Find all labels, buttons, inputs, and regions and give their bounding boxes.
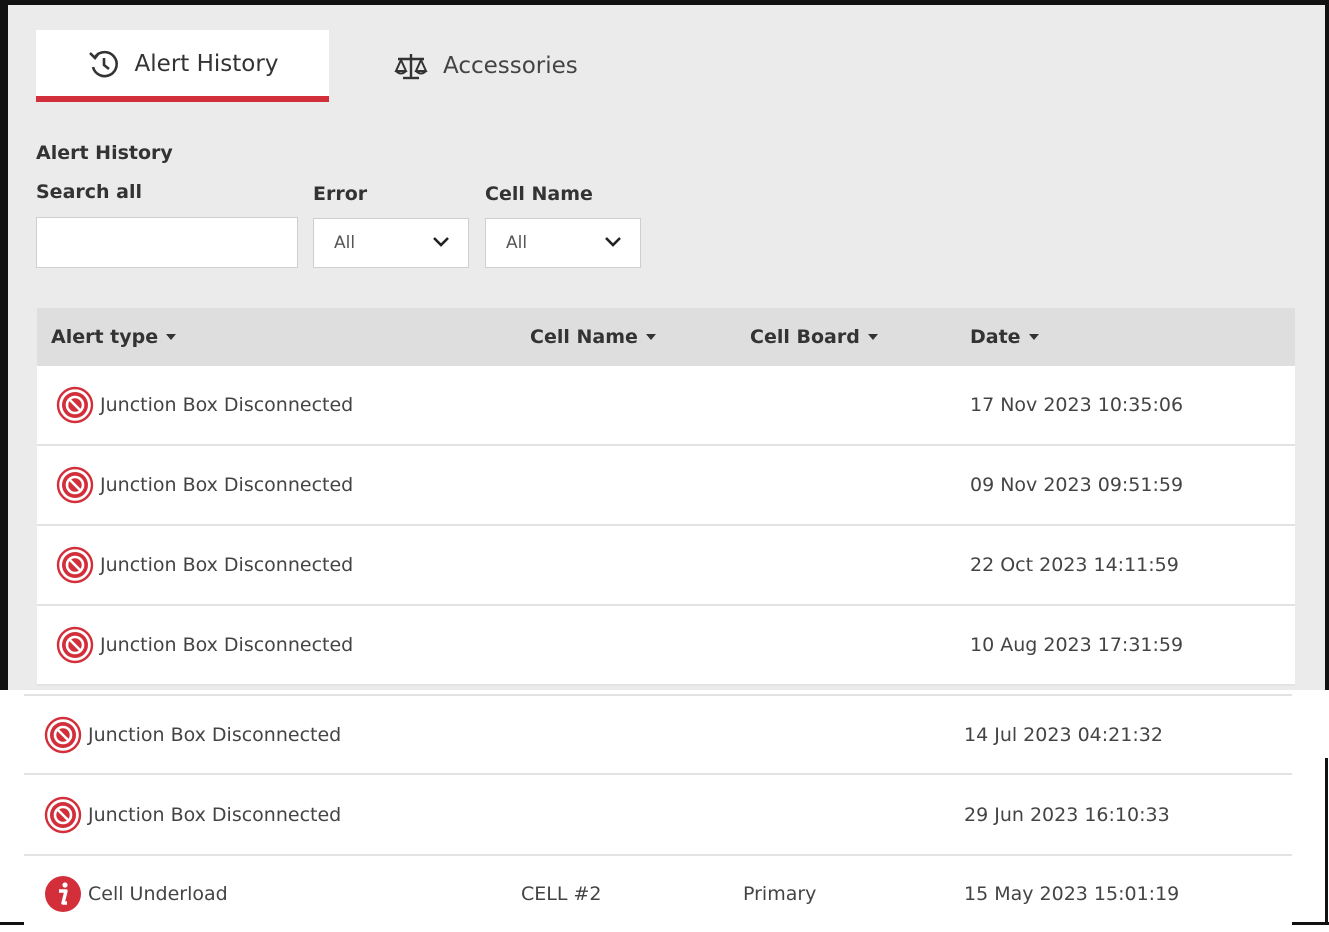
disconnected-icon: [44, 716, 82, 753]
error-filter-value: All: [334, 233, 356, 253]
date-cell: 14 Jul 2023 04:21:32: [964, 723, 1163, 746]
sort-caret-icon: [166, 334, 177, 340]
cell-board-cell: Primary: [743, 883, 817, 905]
alert-type-label: Cell Underload: [88, 883, 228, 905]
alert-type-label: Junction Box Disconnected: [88, 803, 342, 826]
table-row[interactable]: Junction Box Disconnected 22 Oct 2023 14…: [37, 526, 1295, 606]
alert-type-label: Junction Box Disconnected: [100, 634, 354, 656]
tab-label: Alert History: [134, 51, 279, 77]
alert-type-cell: Junction Box Disconnected: [56, 446, 353, 524]
date-cell: 29 Jun 2023 16:10:33: [964, 803, 1170, 826]
column-header-label: Date: [970, 326, 1021, 348]
table-row[interactable]: Junction Box Disconnected 29 Jun 2023 16…: [24, 775, 1292, 856]
column-header-date[interactable]: Date: [970, 308, 1039, 366]
column-header-label: Cell Board: [750, 326, 860, 348]
table-row[interactable]: Cell Underload CELL #2 Primary 15 May 20…: [24, 856, 1292, 932]
column-header-label: Cell Name: [530, 326, 638, 348]
table-row[interactable]: Junction Box Disconnected 17 Nov 2023 10…: [37, 366, 1295, 446]
chevron-down-icon: [604, 233, 622, 253]
cell-name-filter-select[interactable]: All: [485, 218, 641, 268]
cell-name-filter-value: All: [506, 233, 528, 253]
alert-type-label: Junction Box Disconnected: [88, 723, 342, 746]
panel-border-right: [1325, 758, 1328, 925]
chevron-down-icon: [432, 233, 450, 253]
sort-caret-icon: [867, 334, 878, 340]
disconnected-icon: [56, 466, 94, 504]
date-cell: 10 Aug 2023 17:31:59: [970, 634, 1184, 656]
column-header-cell-board[interactable]: Cell Board: [750, 308, 878, 366]
sort-caret-icon: [645, 334, 656, 340]
disconnected-icon: [56, 546, 94, 584]
date-cell: 17 Nov 2023 10:35:06: [970, 394, 1184, 416]
disconnected-icon: [56, 386, 94, 424]
info-icon: [45, 876, 81, 912]
search-label: Search all: [36, 181, 143, 203]
search-input[interactable]: [36, 217, 298, 268]
panel-edge: [0, 690, 24, 925]
alert-type-cell: Junction Box Disconnected: [44, 696, 341, 773]
table-row[interactable]: Junction Box Disconnected 09 Nov 2023 09…: [37, 446, 1295, 526]
error-filter-label: Error: [313, 183, 368, 205]
table-row[interactable]: Junction Box Disconnected 10 Aug 2023 17…: [37, 606, 1295, 686]
cell-name-cell: CELL #2: [521, 883, 602, 905]
history-icon: [87, 47, 121, 81]
cell-name-filter-label: Cell Name: [485, 183, 593, 205]
sort-caret-icon: [1028, 334, 1039, 340]
active-tab-indicator: [36, 96, 329, 102]
tab-accessories[interactable]: Accessories: [393, 44, 578, 88]
date-cell: 22 Oct 2023 14:11:59: [970, 554, 1179, 576]
scale-icon: [393, 51, 429, 81]
alert-type-label: Junction Box Disconnected: [100, 394, 354, 416]
alert-type-label: Junction Box Disconnected: [100, 554, 354, 576]
date-cell: 09 Nov 2023 09:51:59: [970, 474, 1184, 496]
table-row[interactable]: Junction Box Disconnected 14 Jul 2023 04…: [24, 694, 1292, 775]
alert-type-cell: Junction Box Disconnected: [56, 526, 353, 604]
error-filter-select[interactable]: All: [313, 218, 469, 268]
column-header-alert-type[interactable]: Alert type: [51, 308, 177, 366]
tab-label: Accessories: [443, 53, 578, 79]
column-header-label: Alert type: [51, 326, 159, 348]
section-title: Alert History: [36, 142, 173, 164]
alert-type-cell: Junction Box Disconnected: [44, 775, 341, 854]
alert-type-cell: Junction Box Disconnected: [56, 366, 353, 444]
disconnected-icon: [44, 796, 82, 833]
column-header-cell-name[interactable]: Cell Name: [530, 308, 656, 366]
alert-type-cell: Cell Underload: [44, 856, 228, 932]
table-header: Alert type Cell Name Cell Board Date: [37, 308, 1295, 366]
alert-type-cell: Junction Box Disconnected: [56, 606, 353, 684]
date-cell: 15 May 2023 15:01:19: [964, 883, 1180, 905]
disconnected-icon: [56, 626, 94, 664]
tab-alert-history[interactable]: Alert History: [36, 30, 329, 102]
alert-type-label: Junction Box Disconnected: [100, 474, 354, 496]
